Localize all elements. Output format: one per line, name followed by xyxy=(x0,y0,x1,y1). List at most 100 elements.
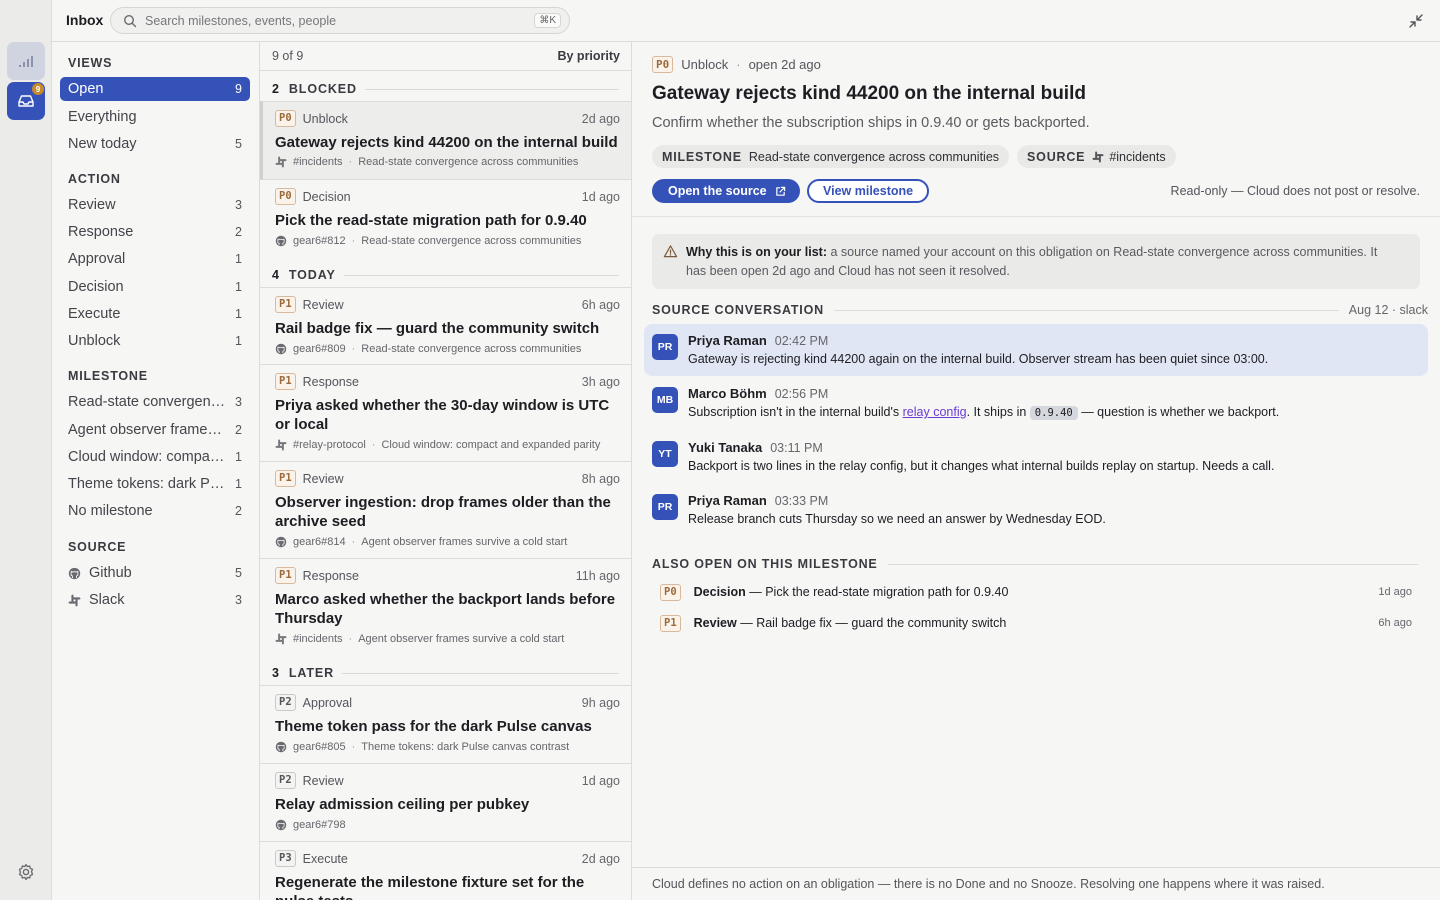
sidebar-item-response[interactable]: Response 2 xyxy=(60,220,250,244)
also-age: 6h ago xyxy=(1378,617,1412,629)
signal-icon xyxy=(19,56,33,67)
sidebar-item-milestone[interactable]: Read-state convergence across communitie… xyxy=(60,390,250,414)
list-item[interactable]: P3 Execute 2d ago Regenerate the milestone … xyxy=(260,841,631,900)
sidebar-item-slack[interactable]: Slack 3 xyxy=(60,588,250,612)
sidebar-item-milestone[interactable]: Cloud window: compact and expanded parit… xyxy=(60,445,250,469)
item-milestone: Read-state convergence across communitie… xyxy=(361,235,582,247)
list-item[interactable]: P0 Decision 1d ago Pick the read-state migr… xyxy=(260,179,631,257)
gear-icon[interactable] xyxy=(16,862,36,882)
detail-age: open 2d ago xyxy=(748,57,821,72)
slack-icon xyxy=(275,439,287,451)
relay-config-link[interactable]: relay config xyxy=(903,405,967,419)
milestone-chip[interactable]: MILESTONE Read-state convergence across c… xyxy=(652,145,1010,168)
inbox-rail-button[interactable]: 9 xyxy=(7,82,45,120)
item-type: Execute xyxy=(302,851,348,866)
separator-dot: · xyxy=(348,156,353,168)
also-text: Review — Rail badge fix — guard the comm… xyxy=(694,616,1379,630)
also-open-item[interactable]: P1 Review — Rail badge fix — guard the c… xyxy=(660,613,1412,633)
group-count: 4 xyxy=(272,268,280,282)
item-type: Review xyxy=(302,297,344,312)
github-icon xyxy=(275,536,287,548)
sidebar-item-unblock[interactable]: Unblock 1 xyxy=(60,329,250,353)
message[interactable]: MB Marco Böhm 02:56 PM Subscription isn't… xyxy=(644,377,1428,429)
search-input[interactable] xyxy=(145,13,535,28)
also-age: 1d ago xyxy=(1378,586,1412,598)
sidebar-item-github[interactable]: Github 5 xyxy=(60,561,250,585)
separator-dot: · xyxy=(371,439,376,451)
text-part: — question is whether we backport. xyxy=(1077,405,1280,419)
sort-dropdown[interactable]: By priority xyxy=(557,49,620,63)
message[interactable]: YT Yuki Tanaka 03:11 PM Backport is two l… xyxy=(644,431,1428,483)
item-age: 1d ago xyxy=(581,773,620,788)
message[interactable]: PR Priya Raman 02:42 PM Gateway is reject… xyxy=(644,324,1428,376)
list-item[interactable]: P1 Review 6h ago Rail badge fix — guard the… xyxy=(260,287,631,365)
source-chip[interactable]: SOURCE #incidents xyxy=(1017,145,1176,168)
list-item[interactable]: P2 Approval 9h ago Theme token pass for the… xyxy=(260,685,631,763)
open-source-button[interactable]: Open the source xyxy=(652,179,800,203)
conversation-meta: Aug 12 · slack xyxy=(1348,303,1428,317)
sidebar-item-label: Everything xyxy=(68,109,137,125)
also-open-item[interactable]: P0 Decision — Pick the read-state migrat… xyxy=(660,582,1412,602)
message-time: 02:56 PM xyxy=(774,387,829,401)
separator-dot: · xyxy=(351,536,356,548)
sidebar-item-open[interactable]: Open 9 xyxy=(60,77,250,101)
item-meta-row: P1 Response 11h ago xyxy=(275,567,620,584)
collapse-icon[interactable] xyxy=(1408,13,1424,29)
sidebar-item-review[interactable]: Review 3 xyxy=(60,193,250,217)
also-text: Decision — Pick the read-state migration… xyxy=(694,585,1379,599)
message[interactable]: PR Priya Raman 03:33 PM Release branch cu… xyxy=(644,484,1428,536)
list-item[interactable]: P1 Review 8h ago Observer ingestion: drop f… xyxy=(260,461,631,558)
also-open-heading: ALSO OPEN ON THIS MILESTONE xyxy=(652,557,1428,571)
item-age: 8h ago xyxy=(581,471,620,486)
sidebar-item-everything[interactable]: Everything xyxy=(60,105,250,129)
list-item[interactable]: P1 Response 3h ago Priya asked whether the … xyxy=(260,364,631,461)
list-item[interactable]: P2 Review 1d ago Relay admission ceiling pe… xyxy=(260,763,631,841)
list-item[interactable]: P1 Response 11h ago Marco asked whether the… xyxy=(260,558,631,655)
avatar: YT xyxy=(652,441,678,467)
group-count: 2 xyxy=(272,82,280,96)
priority-badge: P0 xyxy=(275,110,296,127)
list-item[interactable]: P0 Unblock 2d ago Gateway rejects kind 4420… xyxy=(260,101,631,179)
sidebar-item-milestone[interactable]: Theme tokens: dark Pulse canvas contrast… xyxy=(60,472,250,496)
item-source-row: gear6#812 · Read-state convergence across … xyxy=(275,235,620,247)
item-source-row: gear6#814 · Agent observer frames survive … xyxy=(275,536,620,548)
sidebar-item-new-today[interactable]: New today 5 xyxy=(60,132,250,156)
message-time: 03:33 PM xyxy=(774,494,829,508)
item-source-row: #relay-protocol · Cloud window: compact an… xyxy=(275,439,620,451)
sidebar-item-execute[interactable]: Execute 1 xyxy=(60,302,250,326)
sidebar-item-approval[interactable]: Approval 1 xyxy=(60,247,250,271)
priority-badge: P2 xyxy=(275,694,296,711)
github-icon xyxy=(275,741,287,753)
sidebar-item-count: 2 xyxy=(235,423,242,437)
priority-badge: P1 xyxy=(275,470,296,487)
detail-type: Unblock xyxy=(681,57,729,72)
also-title: — Pick the read-state migration path for… xyxy=(745,585,1009,599)
view-milestone-button[interactable]: View milestone xyxy=(807,179,930,203)
search-box[interactable]: ⌘K xyxy=(110,7,570,34)
sidebar-item-count: 2 xyxy=(235,504,242,518)
activity-rail-button[interactable] xyxy=(7,42,45,80)
sidebar-item-count: 1 xyxy=(235,307,242,321)
item-source: #incidents xyxy=(293,633,343,645)
github-icon xyxy=(68,567,81,579)
author-name: Marco Böhm xyxy=(688,386,767,401)
item-milestone: Agent observer frames survive a cold sta… xyxy=(358,633,565,645)
item-meta-row: P1 Review 8h ago xyxy=(275,470,620,487)
group-count: 3 xyxy=(272,666,280,680)
divider xyxy=(887,563,1418,565)
author-name: Yuki Tanaka xyxy=(688,440,763,455)
group-label: LATER xyxy=(288,666,335,680)
item-source: #incidents xyxy=(293,156,343,168)
chip-key: MILESTONE xyxy=(662,149,742,164)
item-title: Observer ingestion: drop frames older th… xyxy=(275,494,611,530)
message-text: Gateway is rejecting kind 44200 again on… xyxy=(688,352,1269,366)
item-type: Unblock xyxy=(302,111,348,126)
sidebar-item-decision[interactable]: Decision 1 xyxy=(60,275,250,299)
sidebar-item-count: 3 xyxy=(235,593,242,607)
item-title: Marco asked whether the backport lands b… xyxy=(275,591,616,627)
item-title: Rail badge fix — guard the community swi… xyxy=(275,320,600,337)
sidebar-item-milestone[interactable]: Agent observer frames survive a cold sta… xyxy=(60,418,250,442)
sidebar-item-no-milestone[interactable]: No milestone 2 xyxy=(60,499,250,523)
detail-pane: P0 Unblock · open 2d ago Gateway rejects… xyxy=(632,42,1440,900)
top-bar: Inbox ⌘K xyxy=(52,0,1440,42)
